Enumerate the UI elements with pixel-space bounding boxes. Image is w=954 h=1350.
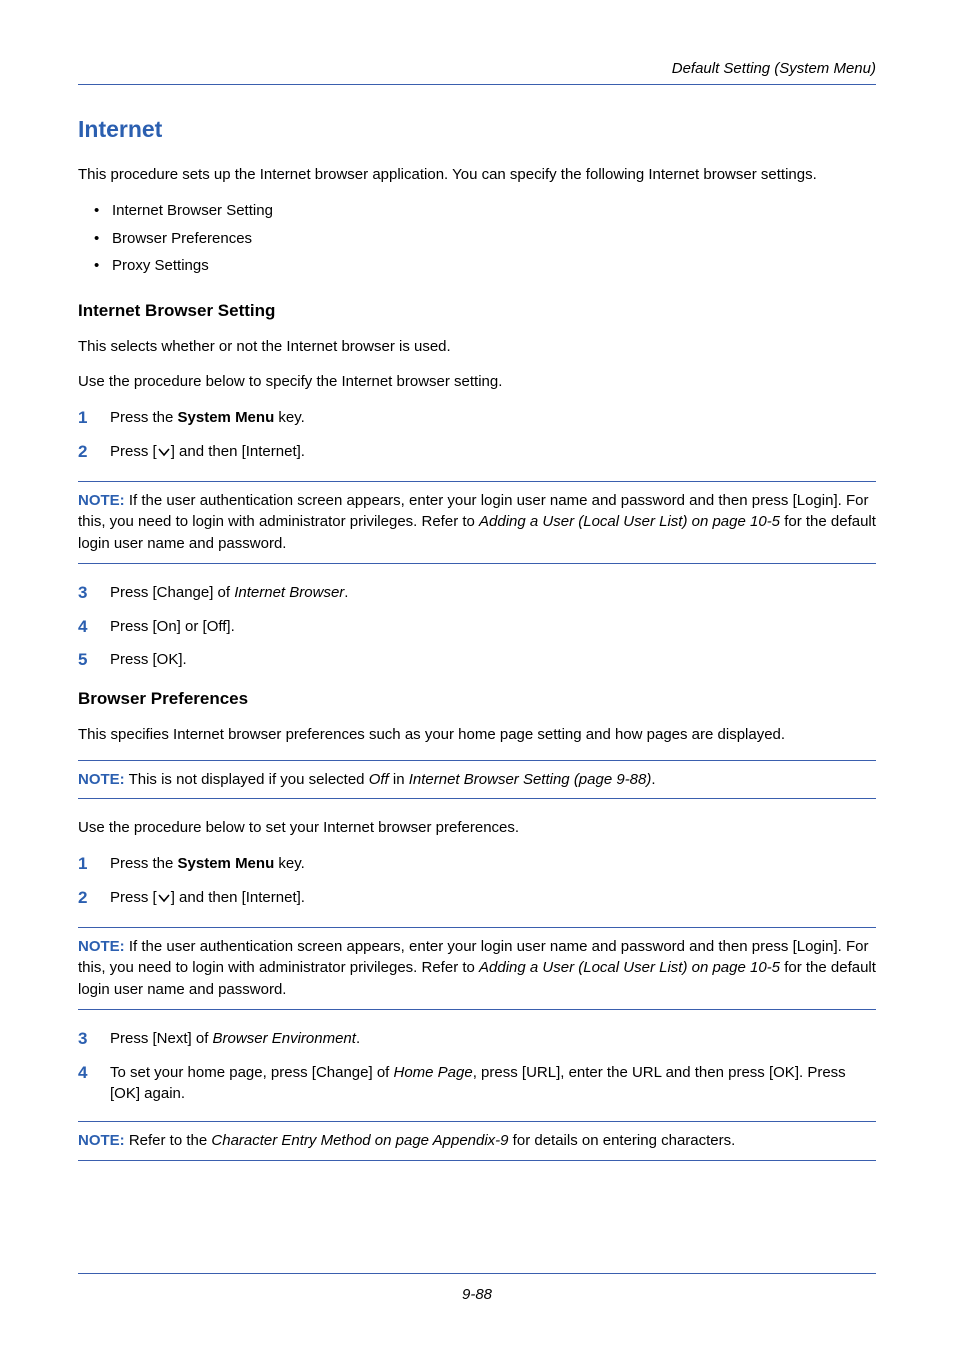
body-text: This specifies Internet browser preferen…	[78, 724, 876, 746]
note-text-italic: Adding a User (Local User List) on page …	[479, 959, 780, 976]
bullet-item: Internet Browser Setting	[94, 200, 876, 222]
step-text: .	[356, 1030, 360, 1047]
step-text: Press [	[110, 443, 157, 460]
header-breadcrumb: Default Setting (System Menu)	[78, 58, 876, 85]
step-text: Press [	[110, 889, 157, 906]
note-label: NOTE:	[78, 771, 125, 788]
note-text-italic: Character Entry Method on page Appendix-…	[211, 1132, 508, 1149]
step-text: Press the	[110, 855, 178, 872]
step-text-italic: Home Page	[394, 1064, 473, 1081]
step-text: .	[344, 584, 348, 601]
step-list: Press the System Menu key. Press [ ] and …	[78, 853, 876, 911]
step-text-italic: Internet Browser	[234, 584, 344, 601]
page-footer: 9-88	[0, 1273, 954, 1306]
step-item: Press [Change] of Internet Browser.	[78, 582, 876, 604]
step-item: Press the System Menu key.	[78, 407, 876, 429]
step-text-bold: System Menu	[178, 409, 275, 426]
step-item: Press [On] or [Off].	[78, 616, 876, 638]
feature-bullet-list: Internet Browser Setting Browser Prefere…	[94, 200, 876, 277]
body-text: Use the procedure below to set your Inte…	[78, 817, 876, 839]
section-title: Internet	[78, 113, 876, 146]
step-item: To set your home page, press [Change] of…	[78, 1062, 876, 1106]
step-text-bold: System Menu	[178, 855, 275, 872]
note-block: NOTE: If the user authentication screen …	[78, 927, 876, 1010]
body-text: Use the procedure below to specify the I…	[78, 371, 876, 393]
subheading-browser-setting: Internet Browser Setting	[78, 299, 876, 324]
step-text: Press the	[110, 409, 178, 426]
step-text: Press [Next] of	[110, 1030, 213, 1047]
step-list: Press [Change] of Internet Browser. Pres…	[78, 582, 876, 671]
step-item: Press [Next] of Browser Environment.	[78, 1028, 876, 1050]
step-item: Press [ ] and then [Internet].	[78, 887, 876, 911]
note-text: in	[389, 771, 409, 788]
intro-paragraph: This procedure sets up the Internet brow…	[78, 164, 876, 186]
step-text: To set your home page, press [Change] of	[110, 1064, 394, 1081]
step-text: key.	[274, 409, 305, 426]
note-text: for details on entering characters.	[509, 1132, 736, 1149]
note-text: This is not displayed if you selected	[125, 771, 369, 788]
step-text: key.	[274, 855, 305, 872]
step-text-italic: Browser Environment	[213, 1030, 356, 1047]
note-text-italic: Adding a User (Local User List) on page …	[479, 513, 780, 530]
step-list: Press the System Menu key. Press [ ] and …	[78, 407, 876, 465]
note-text: Refer to the	[125, 1132, 212, 1149]
note-text: .	[651, 771, 655, 788]
chevron-down-icon	[157, 443, 171, 465]
step-text: Press [Change] of	[110, 584, 234, 601]
body-text: This selects whether or not the Internet…	[78, 336, 876, 358]
chevron-down-icon	[157, 889, 171, 911]
note-label: NOTE:	[78, 492, 125, 509]
note-text-italic: Internet Browser Setting (page 9-88)	[409, 771, 652, 788]
step-item: Press [ ] and then [Internet].	[78, 441, 876, 465]
step-text: ] and then [Internet].	[171, 443, 305, 460]
note-text-italic: Off	[369, 771, 389, 788]
footer-rule	[78, 1273, 876, 1274]
step-text: ] and then [Internet].	[171, 889, 305, 906]
step-item: Press [OK].	[78, 649, 876, 671]
page-number: 9-88	[462, 1286, 492, 1303]
bullet-item: Browser Preferences	[94, 228, 876, 250]
step-list: Press [Next] of Browser Environment. To …	[78, 1028, 876, 1105]
note-block: NOTE: Refer to the Character Entry Metho…	[78, 1121, 876, 1161]
step-item: Press the System Menu key.	[78, 853, 876, 875]
subheading-browser-prefs: Browser Preferences	[78, 687, 876, 712]
bullet-item: Proxy Settings	[94, 255, 876, 277]
note-block: NOTE: If the user authentication screen …	[78, 481, 876, 564]
note-block: NOTE: This is not displayed if you selec…	[78, 760, 876, 800]
note-label: NOTE:	[78, 938, 125, 955]
page-content: Default Setting (System Menu) Internet T…	[0, 0, 954, 1161]
note-label: NOTE:	[78, 1132, 125, 1149]
